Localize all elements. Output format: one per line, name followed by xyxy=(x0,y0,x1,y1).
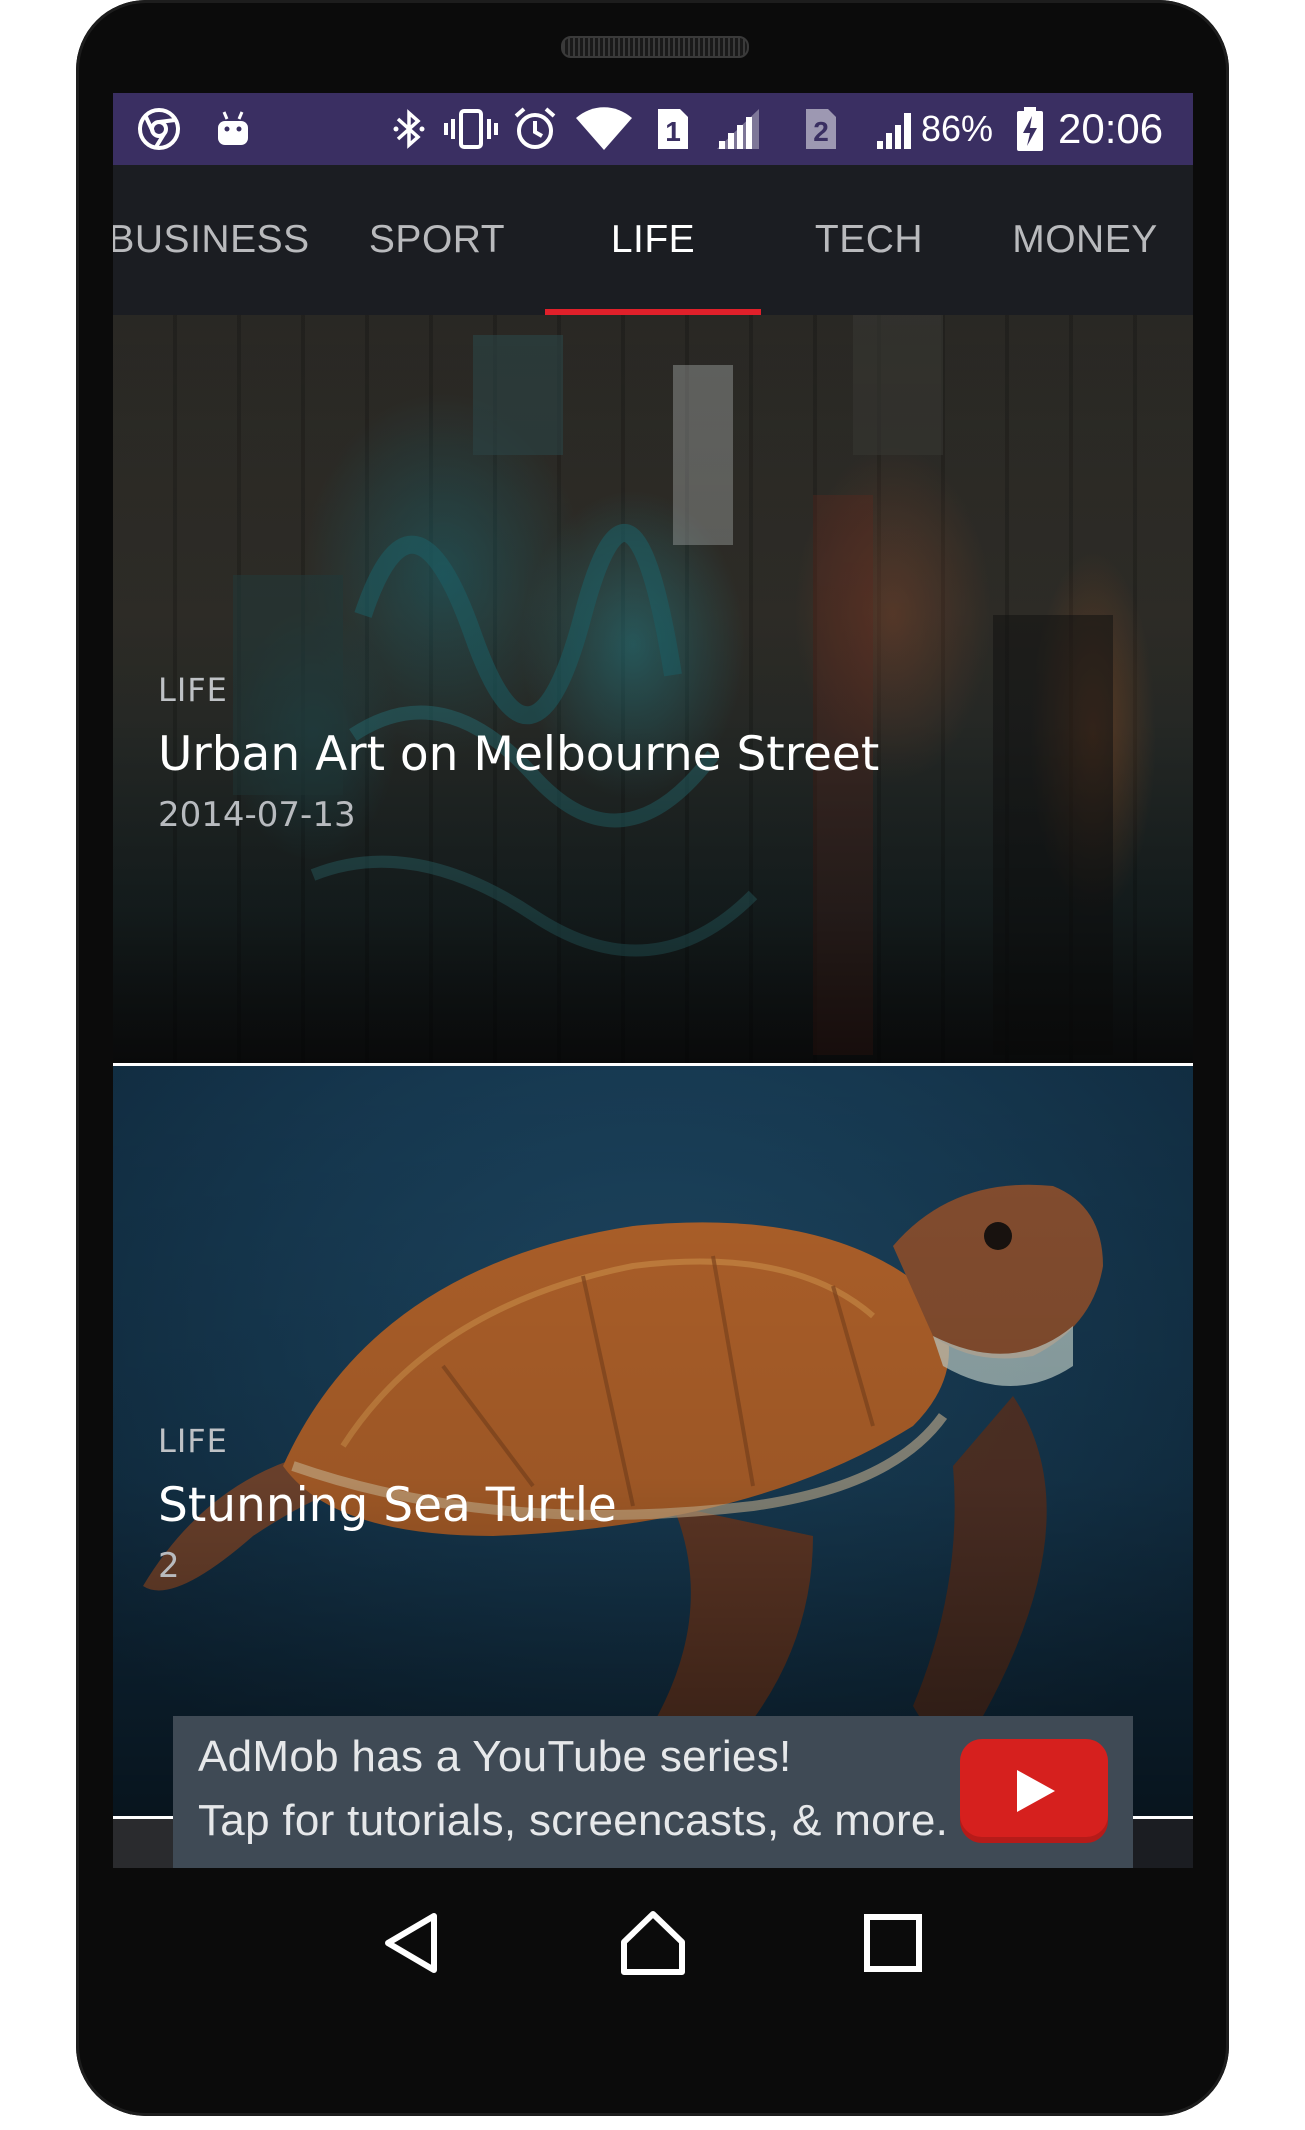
next-card-peek xyxy=(113,1819,173,1868)
article-date: 2 xyxy=(158,1546,180,1586)
article-title: Urban Art on Melbourne Street xyxy=(158,727,880,782)
home-icon[interactable] xyxy=(598,1888,708,1998)
article-title: Stunning Sea Turtle xyxy=(158,1478,617,1533)
battery-charging-icon xyxy=(1013,105,1047,153)
article-date: 2014-07-13 xyxy=(158,795,356,835)
clock: 20:06 xyxy=(1058,105,1164,152)
tab-tech[interactable]: TECH xyxy=(761,165,977,315)
back-icon[interactable] xyxy=(358,1888,468,1998)
ad-banner[interactable]: AdMob has a YouTube series! Tap for tuto… xyxy=(173,1716,1133,1868)
tab-label: TECH xyxy=(814,218,924,261)
sim2-label: 2 xyxy=(813,116,829,147)
image-scrim xyxy=(113,1066,1193,1816)
phone-frame: 1 2 86% 20:06 BUSINESS SPORT LIFE TECH M… xyxy=(76,0,1229,2116)
tab-label: BUSINESS xyxy=(113,218,310,261)
tab-sport[interactable]: SPORT xyxy=(329,165,545,315)
article-category: LIFE xyxy=(158,1422,228,1460)
category-tabs: BUSINESS SPORT LIFE TECH MONEY xyxy=(113,165,1193,315)
vibrate-icon xyxy=(443,105,499,153)
sim1-label: 1 xyxy=(665,116,681,147)
tab-label: LIFE xyxy=(610,218,696,261)
tab-label: MONEY xyxy=(1012,218,1158,261)
wifi-icon xyxy=(573,105,635,153)
signal-icon xyxy=(713,105,763,153)
article-category: LIFE xyxy=(158,671,228,709)
android-icon xyxy=(211,105,255,153)
signal-icon-2 xyxy=(871,105,921,153)
article-card[interactable]: LIFE Urban Art on Melbourne Street 2014-… xyxy=(113,315,1193,1063)
chrome-icon xyxy=(133,105,185,153)
ad-line-2: Tap for tutorials, screencasts, & more. xyxy=(198,1796,949,1845)
article-card[interactable]: LIFE Stunning Sea Turtle 2 xyxy=(113,1066,1193,1816)
recents-icon[interactable] xyxy=(838,1888,948,1998)
tab-money[interactable]: MONEY xyxy=(977,165,1193,315)
tab-business[interactable]: BUSINESS xyxy=(113,165,317,315)
ad-line-1: AdMob has a YouTube series! xyxy=(198,1732,792,1781)
youtube-play-icon[interactable] xyxy=(960,1739,1108,1843)
screen: 1 2 86% 20:06 BUSINESS SPORT LIFE TECH M… xyxy=(113,93,1193,1868)
bluetooth-icon xyxy=(389,105,429,153)
tab-life[interactable]: LIFE xyxy=(545,165,761,315)
image-scrim xyxy=(113,315,1193,1063)
tab-label: SPORT xyxy=(368,218,506,261)
sim1-icon: 1 xyxy=(653,105,693,153)
navigation-bar xyxy=(113,1868,1193,2018)
alarm-icon xyxy=(511,105,559,153)
speaker-grille xyxy=(561,36,749,58)
battery-percent: 86% xyxy=(921,108,994,149)
status-bar: 1 2 86% 20:06 xyxy=(113,93,1193,165)
sim2-icon: 2 xyxy=(801,105,841,153)
